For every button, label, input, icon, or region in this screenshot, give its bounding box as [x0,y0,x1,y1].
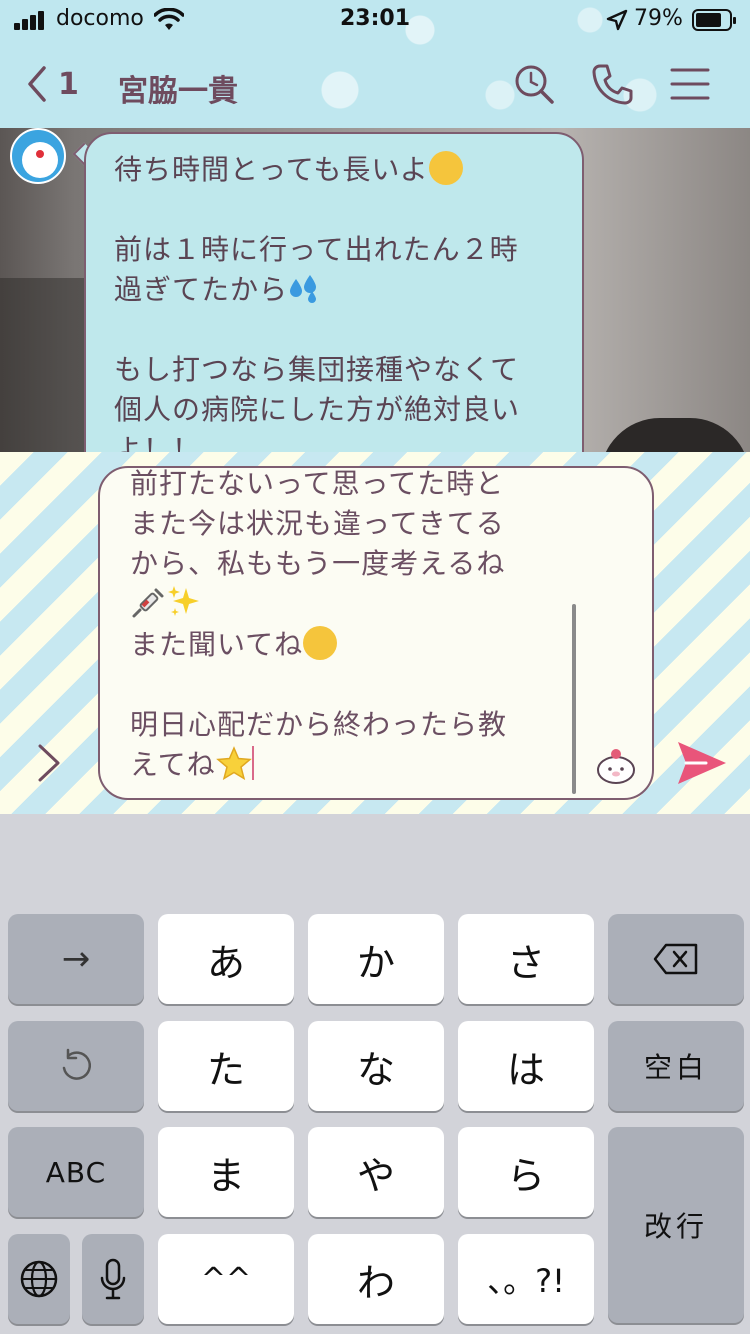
key-wa[interactable]: わ [308,1234,444,1324]
message-paragraph: 前は１時に行って出れたん２時 過ぎてたから [114,233,519,306]
key-a[interactable]: あ [158,914,294,1004]
message-input[interactable]: 前打たないって思ってた時と また今は状況も違ってきてる から、私ももう一度考える… [98,466,654,800]
sparkles-emoji-icon [168,586,199,616]
star-emoji-icon [215,746,252,781]
delete-key[interactable] [608,914,744,1004]
avatar[interactable] [10,128,66,184]
chat-nav-bar: 1 宮脇一貴 [0,40,750,128]
search-icon[interactable] [512,62,556,106]
message-bubble[interactable]: 待ち時間とっても長いよ 前は１時に行って出れたん２時 過ぎてたから もし打つなら… [84,132,584,452]
return-key[interactable]: 改行 [608,1127,744,1323]
globe-key[interactable] [8,1234,70,1324]
undo-icon [62,1048,92,1080]
microphone-icon [100,1258,126,1300]
key-na[interactable]: な [308,1021,444,1111]
arrow-right-key[interactable]: → [8,914,144,1004]
key-ya[interactable]: や [308,1127,444,1217]
syringe-emoji-icon [132,588,164,618]
location-arrow-icon [606,9,628,31]
menu-icon[interactable] [668,62,712,106]
expand-chevron-icon[interactable] [34,742,64,784]
key-emoticon[interactable]: ^^ [158,1234,294,1324]
input-scrollbar[interactable] [572,604,576,794]
key-ha[interactable]: は [458,1021,594,1111]
status-bar: docomo 23:01 79% [0,0,750,40]
message-input-text[interactable]: 前打たないって思ってた時と また今は状況も違ってきてる から、私ももう一度考える… [130,467,570,785]
input-line: また今は状況も違ってきてる [130,507,505,540]
input-line: から、私ももう一度考えるね [130,547,506,580]
background-photo-shadow [0,278,90,452]
sticker-emoji-icon[interactable] [594,742,638,786]
sweat-droplets-emoji-icon [290,275,317,303]
key-ma[interactable]: ま [158,1127,294,1217]
message-paragraph: 待ち時間とっても長いよ [114,150,558,190]
smile-emoji-icon [303,626,338,660]
back-chevron-icon [28,66,46,102]
header: docomo 23:01 79% 1 宮脇一貴 [0,0,750,128]
key-ra[interactable]: ら [458,1127,594,1217]
key-ka[interactable]: か [308,914,444,1004]
unread-count: 1 [58,66,79,102]
compose-area: 前打たないって思ってた時と また今は状況も違ってきてる から、私ももう一度考える… [0,452,750,814]
dictation-key[interactable] [82,1234,144,1324]
key-sa[interactable]: さ [458,914,594,1004]
space-key[interactable]: 空白 [608,1021,744,1111]
input-line: また聞いてね [130,628,304,661]
key-punctuation[interactable]: 、。?! [458,1234,594,1324]
phone-icon[interactable] [590,62,634,106]
backspace-icon [653,943,698,975]
globe-icon [20,1260,58,1298]
undo-key[interactable] [8,1021,144,1111]
abc-key[interactable]: ABC [8,1127,144,1217]
sweat-smile-emoji-icon [428,151,463,185]
background-photo-dark-area [600,418,750,452]
chat-history[interactable]: 待ち時間とっても長いよ 前は１時に行って出れたん２時 過ぎてたから もし打つなら… [0,128,750,452]
battery-percent: 79% [634,6,683,31]
send-icon[interactable] [676,740,728,786]
back-button[interactable]: 1 [26,62,96,106]
text-caret [251,746,254,780]
key-ta[interactable]: た [158,1021,294,1111]
input-line: 前打たないって思ってた時と [130,467,505,500]
input-line: えてね [130,748,216,781]
input-line: 明日心配だから終わったら教 [130,708,508,741]
message-paragraph: もし打つなら集団接種やなくて 個人の病院にした方が絶対良い よ！！ [114,353,521,452]
chat-title: 宮脇一貴 [118,74,238,109]
keyboard: → あ か さ た な は 空白 ABC ま や ら 改行 ^^ わ 、。?! [0,814,750,1334]
battery-icon [692,9,736,31]
